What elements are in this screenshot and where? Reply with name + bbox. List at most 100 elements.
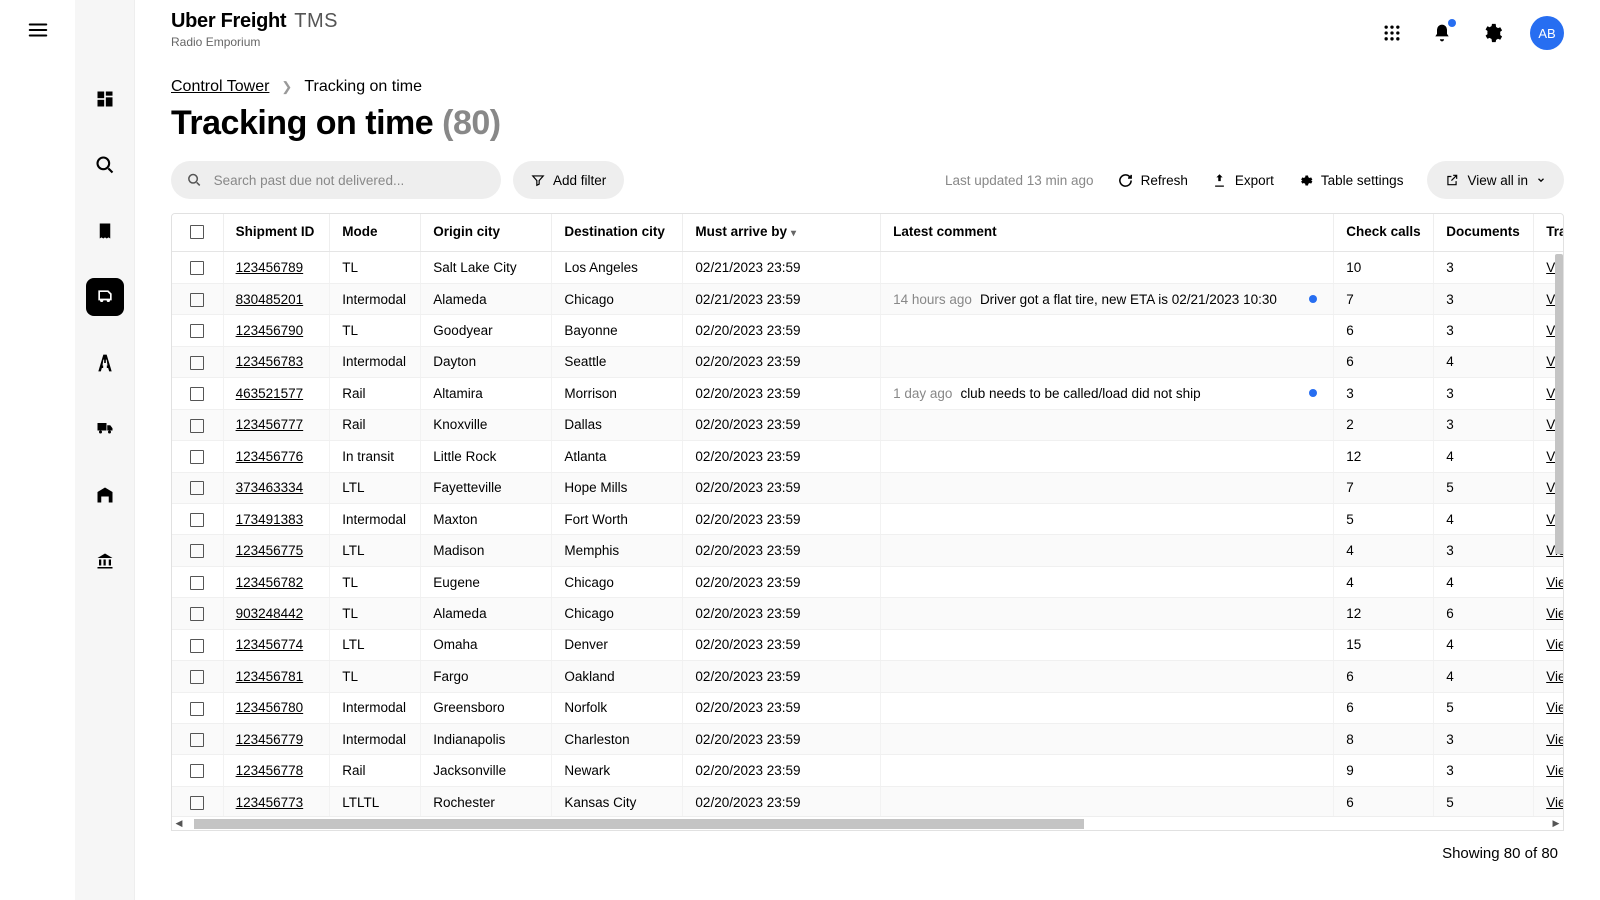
view-in-link[interactable]: View in [1546,700,1563,715]
table-row[interactable]: 903248442TLAlamedaChicago02/20/2023 23:5… [172,598,1563,629]
shipment-id-link[interactable]: 123456777 [236,417,304,432]
table-row[interactable]: 123456780IntermodalGreensboroNorfolk02/2… [172,692,1563,723]
header-origin[interactable]: Origin city [421,214,552,252]
hamburger-menu-icon[interactable] [26,18,50,42]
row-checkbox[interactable] [172,629,223,660]
table-row[interactable]: 123456775LTLMadisonMemphis02/20/2023 23:… [172,535,1563,566]
sidebar-item-dashboard[interactable] [86,80,124,118]
row-checkbox[interactable] [172,566,223,597]
shipment-id-link[interactable]: 123456782 [236,575,304,590]
table-row[interactable]: 123456783IntermodalDaytonSeattle02/20/20… [172,346,1563,377]
table-row[interactable]: 123456779IntermodalIndianapolisCharlesto… [172,724,1563,755]
shipment-id-link[interactable]: 123456779 [236,732,304,747]
table-row[interactable]: 123456777RailKnoxvilleDallas02/20/2023 2… [172,409,1563,440]
horizontal-scrollbar[interactable]: ◀ ▶ [172,816,1563,830]
shipment-id-link[interactable]: 123456783 [236,354,304,369]
view-in-link[interactable]: View in [1546,606,1563,621]
settings-gear-icon[interactable] [1480,21,1504,45]
shipment-id-link[interactable]: 463521577 [236,386,304,401]
sidebar-item-road[interactable] [86,344,124,382]
breadcrumb-root[interactable]: Control Tower [171,78,269,96]
header-track[interactable]: Tracking d [1534,214,1563,252]
scroll-right-icon[interactable]: ▶ [1549,818,1563,829]
table-settings-button[interactable]: Table settings [1298,173,1404,188]
shipment-id-link[interactable]: 830485201 [236,292,304,307]
header-shipment-id[interactable]: Shipment ID [223,214,330,252]
vertical-scrollbar[interactable] [1555,254,1563,554]
table-row[interactable]: 123456774LTLOmahaDenver02/20/2023 23:591… [172,629,1563,660]
shipment-id-link[interactable]: 123456790 [236,323,304,338]
shipment-id-link[interactable]: 903248442 [236,606,304,621]
shipment-id-link[interactable]: 123456781 [236,669,304,684]
sidebar-item-truck[interactable] [86,410,124,448]
row-checkbox[interactable] [172,409,223,440]
shipment-id-link[interactable]: 173491383 [236,512,304,527]
view-in-link[interactable]: View in [1546,763,1563,778]
apps-grid-icon[interactable] [1380,21,1404,45]
scroll-thumb[interactable] [194,819,1084,829]
cell-arrive: 02/20/2023 23:59 [683,378,881,409]
table-row[interactable]: 173491383IntermodalMaxtonFort Worth02/20… [172,503,1563,534]
table-row[interactable]: 123456789TLSalt Lake CityLos Angeles02/2… [172,252,1563,283]
sidebar-item-shipments[interactable] [86,278,124,316]
sidebar-item-bank[interactable] [86,542,124,580]
view-in-link[interactable]: View in [1546,732,1563,747]
shipment-id-link[interactable]: 123456780 [236,700,304,715]
table-row[interactable]: 123456776In transitLittle RockAtlanta02/… [172,441,1563,472]
add-filter-button[interactable]: Add filter [513,161,624,199]
table-row[interactable]: 123456778RailJacksonvilleNewark02/20/202… [172,755,1563,786]
row-checkbox[interactable] [172,378,223,409]
scroll-left-icon[interactable]: ◀ [172,818,186,829]
shipment-id-link[interactable]: 123456773 [236,795,304,810]
row-checkbox[interactable] [172,315,223,346]
header-calls[interactable]: Check calls [1334,214,1434,252]
view-in-link[interactable]: View in [1546,637,1563,652]
header-comment[interactable]: Latest comment [881,214,1334,252]
view-in-link[interactable]: View in [1546,669,1563,684]
table-row[interactable]: 463521577RailAltamiraMorrison02/20/2023 … [172,378,1563,409]
row-checkbox[interactable] [172,472,223,503]
row-checkbox[interactable] [172,598,223,629]
shipment-id-link[interactable]: 123456776 [236,449,304,464]
view-in-link[interactable]: View in [1546,795,1563,810]
sidebar-item-warehouse[interactable] [86,476,124,514]
shipment-id-link[interactable]: 123456778 [236,763,304,778]
header-must-arrive[interactable]: Must arrive by▾ [683,214,881,252]
avatar[interactable]: AB [1530,16,1564,50]
row-checkbox[interactable] [172,503,223,534]
refresh-button[interactable]: Refresh [1118,173,1188,188]
row-checkbox[interactable] [172,724,223,755]
table-row[interactable]: 123456773LTLTLRochesterKansas City02/20/… [172,786,1563,816]
row-checkbox[interactable] [172,755,223,786]
notifications-icon[interactable] [1430,21,1454,45]
row-checkbox[interactable] [172,661,223,692]
header-select-all[interactable] [172,214,223,252]
export-button[interactable]: Export [1212,173,1274,188]
table-row[interactable]: 373463334LTLFayettevilleHope Mills02/20/… [172,472,1563,503]
cell-comment [881,409,1334,440]
shipment-id-link[interactable]: 123456775 [236,543,304,558]
search-box[interactable] [171,161,501,199]
header-mode[interactable]: Mode [330,214,421,252]
search-input[interactable] [214,173,485,188]
table-row[interactable]: 123456782TLEugeneChicago02/20/2023 23:59… [172,566,1563,597]
header-dest[interactable]: Destination city [552,214,683,252]
view-in-link[interactable]: View in [1546,575,1563,590]
row-checkbox[interactable] [172,786,223,816]
view-all-button[interactable]: View all in [1427,161,1564,199]
shipment-id-link[interactable]: 123456789 [236,260,304,275]
sidebar-item-receipt[interactable] [86,212,124,250]
row-checkbox[interactable] [172,346,223,377]
table-row[interactable]: 830485201IntermodalAlamedaChicago02/21/2… [172,283,1563,314]
header-docs[interactable]: Documents [1434,214,1534,252]
shipment-id-link[interactable]: 123456774 [236,637,304,652]
sidebar-item-search[interactable] [86,146,124,184]
row-checkbox[interactable] [172,283,223,314]
row-checkbox[interactable] [172,252,223,283]
shipment-id-link[interactable]: 373463334 [236,480,304,495]
table-row[interactable]: 123456790TLGoodyearBayonne02/20/2023 23:… [172,315,1563,346]
row-checkbox[interactable] [172,692,223,723]
table-row[interactable]: 123456781TLFargoOakland02/20/2023 23:596… [172,661,1563,692]
row-checkbox[interactable] [172,535,223,566]
row-checkbox[interactable] [172,441,223,472]
